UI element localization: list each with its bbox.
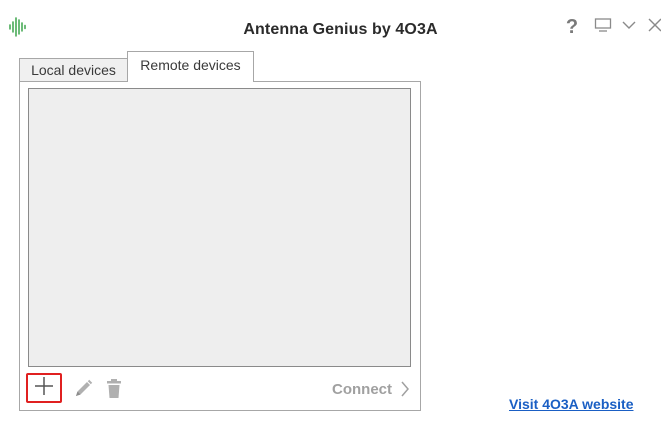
monitor-icon: [594, 17, 612, 38]
window-title-text: Antenna Genius by 4O3A: [243, 21, 438, 38]
close-icon: [647, 17, 661, 38]
help-label: ?: [565, 15, 579, 38]
tab-remote-devices-label: Remote devices: [140, 57, 241, 73]
add-device-button[interactable]: [26, 373, 62, 403]
remote-device-list[interactable]: [28, 88, 411, 367]
pencil-icon: [72, 379, 94, 404]
delete-device-button[interactable]: [104, 378, 124, 400]
connect-label: Connect: [332, 380, 392, 398]
remote-devices-panel: Connect: [19, 81, 421, 411]
edit-device-button[interactable]: [72, 378, 94, 400]
chevron-down-icon: [621, 18, 637, 36]
visit-website-link[interactable]: Visit 4O3A website: [509, 396, 634, 412]
chevron-right-icon: [400, 380, 410, 398]
plus-icon: [34, 376, 54, 401]
close-button[interactable]: [644, 16, 661, 38]
connect-button[interactable]: Connect: [310, 377, 410, 401]
help-button[interactable]: ?: [561, 16, 583, 38]
trash-icon: [104, 379, 124, 404]
tab-local-devices[interactable]: Local devices: [19, 58, 128, 81]
title-bar: Antenna Genius by 4O3A ?: [0, 0, 661, 46]
app-window: Antenna Genius by 4O3A ? Local devices R…: [0, 0, 661, 426]
minimize-button[interactable]: [618, 16, 640, 38]
tab-remote-devices[interactable]: Remote devices: [127, 51, 254, 82]
display-button[interactable]: [592, 16, 614, 38]
tab-local-devices-label: Local devices: [31, 62, 116, 78]
